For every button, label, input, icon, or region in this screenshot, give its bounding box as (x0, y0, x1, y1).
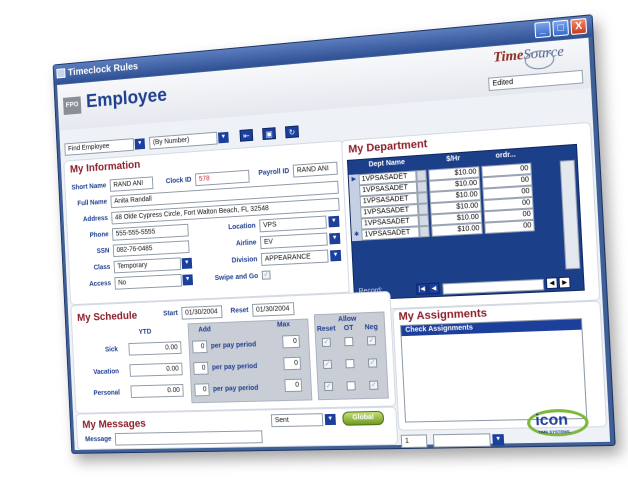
current-row-icon: ▶ (349, 174, 359, 186)
chevron-down-icon[interactable]: ▼ (330, 250, 341, 262)
allow-neg-label: Neg (359, 324, 383, 332)
chevron-down-icon[interactable]: ▼ (328, 216, 339, 228)
app-icon (56, 68, 65, 78)
window-client-area: FPO Employee TimeSource Edited Find Empl… (57, 38, 610, 450)
window-title: Timeclock Rules (68, 61, 139, 78)
minimize-icon[interactable]: _ (534, 21, 551, 38)
rate-cell[interactable]: $10.00 (431, 223, 483, 237)
column-header-rate[interactable]: $/Hr (428, 154, 480, 168)
horizontal-scrollbar[interactable] (442, 279, 544, 295)
swipe-and-go-checkbox[interactable]: ✓ (262, 270, 271, 279)
column-header-order[interactable]: ordr... (481, 150, 531, 164)
ytd-label: YTD (133, 329, 151, 336)
fpo-badge: FPO (63, 96, 81, 115)
sick-max-field[interactable]: 0 (282, 335, 300, 349)
sick-ytd-field[interactable]: 0.00 (128, 341, 181, 355)
chevron-down-icon[interactable]: ▼ (329, 233, 340, 245)
vacation-allow-ot-checkbox[interactable] (345, 359, 354, 368)
sort-by-select[interactable]: (By Number) (149, 132, 218, 150)
chevron-down-icon[interactable] (418, 215, 429, 227)
add-label: Add (195, 326, 214, 334)
assignment-select[interactable] (433, 433, 491, 447)
row-selector[interactable] (351, 219, 361, 231)
screenshot-stage: Timeclock Rules _ □ X FPO Employee TimeS… (0, 0, 628, 496)
personal-ytd-field[interactable]: 0.00 (130, 384, 183, 398)
vacation-max-field[interactable]: 0 (283, 357, 301, 370)
vacation-allow-neg-checkbox[interactable]: ✓ (368, 358, 377, 367)
personal-add-field[interactable]: 0 (194, 383, 209, 396)
row-selector[interactable] (349, 185, 359, 197)
prev-icon[interactable]: ⇤ (239, 129, 253, 142)
sick-allow-ot-checkbox[interactable] (344, 337, 353, 346)
sick-add-field[interactable]: 0 (192, 340, 207, 353)
scroll-left-icon[interactable]: ◀ (546, 277, 558, 289)
logo-swoosh-icon (524, 49, 554, 70)
reset-date-field[interactable]: 01/30/2004 (252, 302, 295, 317)
refresh-icon[interactable]: ↻ (285, 125, 299, 138)
vacation-label: Vacation (83, 368, 119, 376)
assignments-list[interactable]: Check Assignments (400, 318, 587, 422)
sick-allow-reset-checkbox[interactable]: ✓ (322, 338, 331, 347)
chevron-down-icon[interactable]: ▼ (182, 274, 193, 285)
chevron-down-icon[interactable] (419, 226, 430, 238)
logo-time: Time (493, 48, 524, 66)
chevron-down-icon[interactable] (418, 203, 429, 215)
reset-label: Reset (226, 307, 249, 315)
chevron-down-icon[interactable] (417, 192, 428, 204)
logo-subtitle: TIME SYSTEMS. (538, 429, 571, 435)
close-icon[interactable]: X (570, 18, 587, 35)
scroll-right-icon[interactable]: ▶ (558, 277, 570, 289)
page-title: Employee (86, 85, 168, 113)
personal-allow-neg-checkbox[interactable]: ✓ (369, 381, 378, 390)
personal-allow-reset-checkbox[interactable]: ✓ (324, 382, 333, 391)
vacation-add-field[interactable]: 0 (193, 362, 208, 375)
chevron-down-icon[interactable] (417, 181, 428, 193)
order-cell[interactable]: 00 (484, 220, 535, 234)
save-icon[interactable]: ▣ (262, 127, 276, 140)
chevron-down-icon[interactable]: ▼ (218, 132, 229, 144)
icon-time-systems-logo: icon TIME SYSTEMS. (526, 408, 591, 438)
my-schedule-title: My Schedule (77, 310, 138, 324)
start-label: Start (158, 310, 178, 318)
dept-name-cell[interactable]: 1VPSASADET (361, 226, 419, 240)
chevron-down-icon[interactable] (416, 170, 427, 182)
per-pay-period-label: per pay period (213, 385, 268, 393)
logo-word: icon (535, 411, 569, 429)
assignment-page-field[interactable]: 1 (401, 434, 428, 448)
personal-label: Personal (84, 390, 120, 398)
my-messages-title: My Messages (82, 418, 146, 431)
find-employee-select[interactable]: Find Employee (64, 138, 134, 156)
allow-ot-label: OT (338, 325, 360, 333)
first-record-icon[interactable]: |◀ (416, 283, 428, 295)
message-input[interactable] (115, 430, 263, 445)
max-label: Max (274, 321, 293, 329)
row-selector[interactable] (350, 207, 360, 219)
start-date-field[interactable]: 01/30/2004 (181, 305, 222, 319)
timeclock-rules-window: Timeclock Rules _ □ X FPO Employee TimeS… (53, 14, 616, 454)
chevron-down-icon[interactable]: ▼ (135, 138, 145, 149)
allow-reset-label: Reset (314, 325, 338, 333)
chevron-down-icon[interactable]: ▼ (182, 258, 193, 269)
sick-label: Sick (87, 346, 118, 354)
message-label: Message (81, 436, 112, 443)
vacation-allow-reset-checkbox[interactable]: ✓ (323, 360, 332, 369)
chevron-down-icon[interactable]: ▼ (492, 434, 504, 446)
new-row-icon: ✱ (351, 230, 361, 242)
vacation-ytd-field[interactable]: 0.00 (129, 363, 182, 377)
personal-allow-ot-checkbox[interactable] (346, 381, 355, 390)
personal-max-field[interactable]: 0 (284, 379, 302, 392)
sick-allow-neg-checkbox[interactable]: ✓ (367, 336, 376, 345)
allow-label: Allow (328, 315, 368, 324)
global-button[interactable]: Global (342, 411, 384, 426)
chevron-down-icon[interactable]: ▼ (325, 414, 336, 425)
row-selector[interactable] (350, 196, 360, 208)
message-filter-select[interactable]: Sent (271, 413, 324, 427)
status-field: Edited (488, 70, 583, 91)
maximize-icon[interactable]: □ (552, 20, 569, 37)
department-grid: Dept Name $/Hr ordr... ▶ 1VPSASADET $10.… (347, 144, 585, 301)
prev-record-icon[interactable]: ◀ (428, 283, 440, 295)
